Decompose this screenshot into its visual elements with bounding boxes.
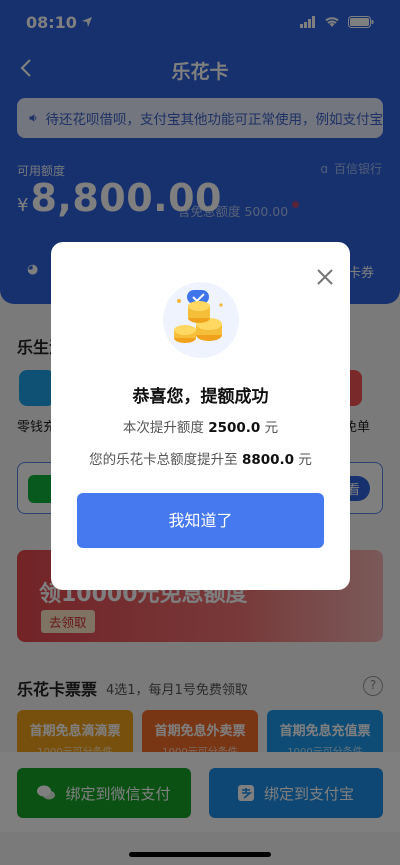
total-limit-prefix: 您的乐花卡总额度提升至 [89,452,238,468]
acknowledge-button[interactable]: 我知道了 [77,493,324,548]
raised-amount-line: 本次提升额度 2500.0 元 [51,416,350,436]
raised-amount-value: 2500.0 [208,420,261,436]
total-limit-value: 8800.0 [241,452,295,468]
close-icon[interactable] [316,268,334,286]
dialog-heading: 恭喜您，提额成功 [132,387,269,407]
limit-raised-dialog: 恭喜您，提额成功 本次提升额度 2500.0 元 您的乐花卡总额度提升至 880… [51,242,350,590]
total-limit-line: 您的乐花卡总额度提升至 8800.0 元 [51,448,350,468]
raised-amount-unit: 元 [264,420,279,436]
raised-amount-prefix: 本次提升额度 [122,420,204,436]
coins-icon [163,282,239,358]
total-limit-unit: 元 [298,452,312,468]
